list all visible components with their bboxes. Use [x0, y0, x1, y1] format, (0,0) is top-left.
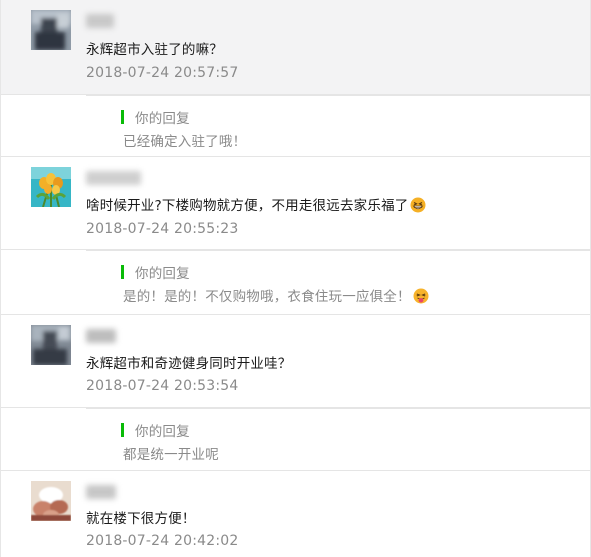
comment-time: 2018-07-24 20:57:57 [86, 65, 239, 81]
avatar[interactable] [31, 10, 71, 50]
reply-text: 是的！是的！不仅购物哦，衣食住玩一应俱全！ [123, 285, 429, 305]
reply-label: 你的回复 [135, 266, 190, 282]
reply-block: 你的回复 都是统一开业呢 [1, 408, 590, 471]
reply-indicator-bar [121, 265, 124, 279]
reply-block: 你的回复 是的！是的！不仅购物哦，衣食住玩一应俱全！ [1, 250, 590, 315]
comment-text: 就在楼下很方便！ [86, 511, 196, 527]
avatar[interactable] [31, 325, 71, 365]
comment-list: 永辉超市入驻了的嘛？ 2018-07-24 20:57:57 你的回复 已经确定… [0, 0, 591, 557]
comment-item: 永辉超市和奇迹健身同时开业哇？ 2018-07-24 20:53:54 [1, 315, 590, 408]
comment-time: 2018-07-24 20:55:23 [86, 221, 239, 237]
avatar[interactable] [31, 167, 71, 207]
reply-text: 已经确定入驻了哦！ [123, 134, 247, 150]
nickname-blurred [86, 329, 116, 343]
tongue-out-face-emoji-icon [413, 288, 429, 304]
reply-label: 你的回复 [135, 424, 190, 440]
comment-item: 啥时候开业?下楼购物就方便，不用走很远去家乐福了 2018-07-24 20:5… [1, 157, 590, 250]
nickname-blurred [86, 14, 114, 28]
comment-item: 就在楼下很方便！ 2018-07-24 20:42:02 [1, 471, 590, 557]
blurred-person-avatar-icon [31, 10, 71, 50]
comment-item: 永辉超市入驻了的嘛？ 2018-07-24 20:57:57 [1, 0, 590, 95]
comment-text: 永辉超市和奇迹健身同时开业哇？ [86, 356, 292, 372]
tulips-avatar-icon [31, 167, 71, 207]
reply-block: 你的回复 已经确定入驻了哦！ [1, 95, 590, 157]
reply-label: 你的回复 [135, 111, 190, 127]
comment-text-content: 啥时候开业?下楼购物就方便，不用走很远去家乐福了 [86, 198, 409, 214]
reply-text: 都是统一开业呢 [123, 447, 219, 463]
reply-indicator-bar [121, 423, 124, 437]
avatar[interactable] [31, 481, 71, 521]
comment-time: 2018-07-24 20:53:54 [86, 378, 239, 394]
grinning-face-emoji-icon [410, 197, 426, 213]
comment-text: 永辉超市入驻了的嘛？ [86, 42, 223, 58]
nickname-blurred [86, 485, 116, 499]
nickname-blurred [86, 171, 141, 185]
comment-time: 2018-07-24 20:42:02 [86, 533, 239, 549]
comment-text: 啥时候开业?下楼购物就方便，不用走很远去家乐福了 [86, 194, 426, 214]
reply-text-content: 是的！是的！不仅购物哦，衣食住玩一应俱全！ [123, 289, 411, 305]
reply-indicator-bar [121, 110, 124, 124]
blurred-person-avatar-icon [31, 325, 71, 365]
hands-photo-avatar-icon [31, 481, 71, 521]
